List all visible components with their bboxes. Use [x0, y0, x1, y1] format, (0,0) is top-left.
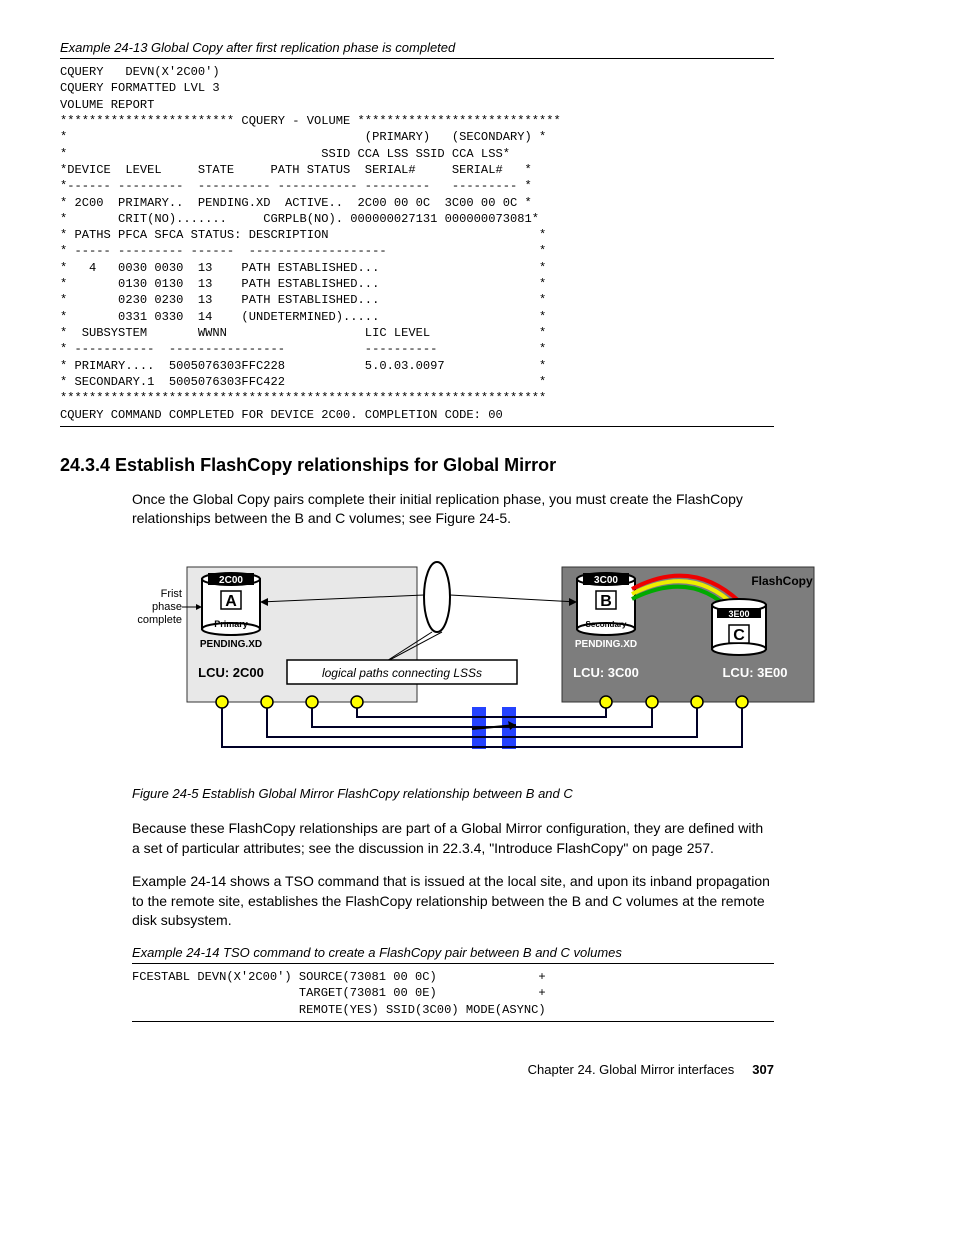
- svg-text:PENDING.XD: PENDING.XD: [575, 639, 637, 650]
- svg-text:LCU: 3C00: LCU: 3C00: [573, 665, 639, 680]
- svg-text:PENDING.XD: PENDING.XD: [200, 639, 262, 650]
- paragraph-2: Because these FlashCopy relationships ar…: [132, 819, 774, 858]
- example-14-caption: Example 24-14 TSO command to create a Fl…: [132, 945, 774, 964]
- svg-text:complete: complete: [137, 614, 182, 626]
- svg-text:A: A: [225, 593, 237, 610]
- svg-text:LCU: 3E00: LCU: 3E00: [722, 665, 787, 680]
- svg-text:2C00: 2C00: [219, 575, 243, 586]
- svg-text:phase: phase: [152, 601, 182, 613]
- paragraph-1: Once the Global Copy pairs complete thei…: [132, 490, 774, 529]
- svg-text:C: C: [733, 627, 745, 644]
- svg-text:logical paths connecting LSSs: logical paths connecting LSSs: [322, 666, 482, 680]
- svg-text:3C00: 3C00: [594, 575, 618, 586]
- paragraph-3: Example 24-14 shows a TSO command that i…: [132, 872, 774, 931]
- svg-text:3E00: 3E00: [728, 609, 749, 619]
- page-footer: Chapter 24. Global Mirror interfaces 307: [60, 1062, 774, 1077]
- figure-24-5: 2C00 A Primary PENDING.XD LCU: 2C00 Fris…: [132, 547, 774, 780]
- example-13-caption: Example 24-13 Global Copy after first re…: [60, 40, 774, 59]
- svg-text:FlashCopy: FlashCopy: [751, 574, 813, 588]
- figure-caption: Figure 24-5 Establish Global Mirror Flas…: [132, 786, 774, 801]
- footer-page-number: 307: [752, 1062, 774, 1077]
- example-13-code: CQUERY DEVN(X'2C00') CQUERY FORMATTED LV…: [60, 64, 774, 427]
- footer-chapter: Chapter 24. Global Mirror interfaces: [528, 1062, 735, 1077]
- svg-text:Frist: Frist: [161, 588, 182, 600]
- svg-text:Secondary: Secondary: [586, 620, 627, 629]
- svg-text:LCU: 2C00: LCU: 2C00: [198, 665, 264, 680]
- svg-text:B: B: [600, 593, 612, 610]
- section-heading: 24.3.4 Establish FlashCopy relationships…: [60, 455, 774, 476]
- svg-text:Primary: Primary: [214, 619, 248, 629]
- example-14-code: FCESTABL DEVN(X'2C00') SOURCE(73081 00 0…: [132, 969, 774, 1022]
